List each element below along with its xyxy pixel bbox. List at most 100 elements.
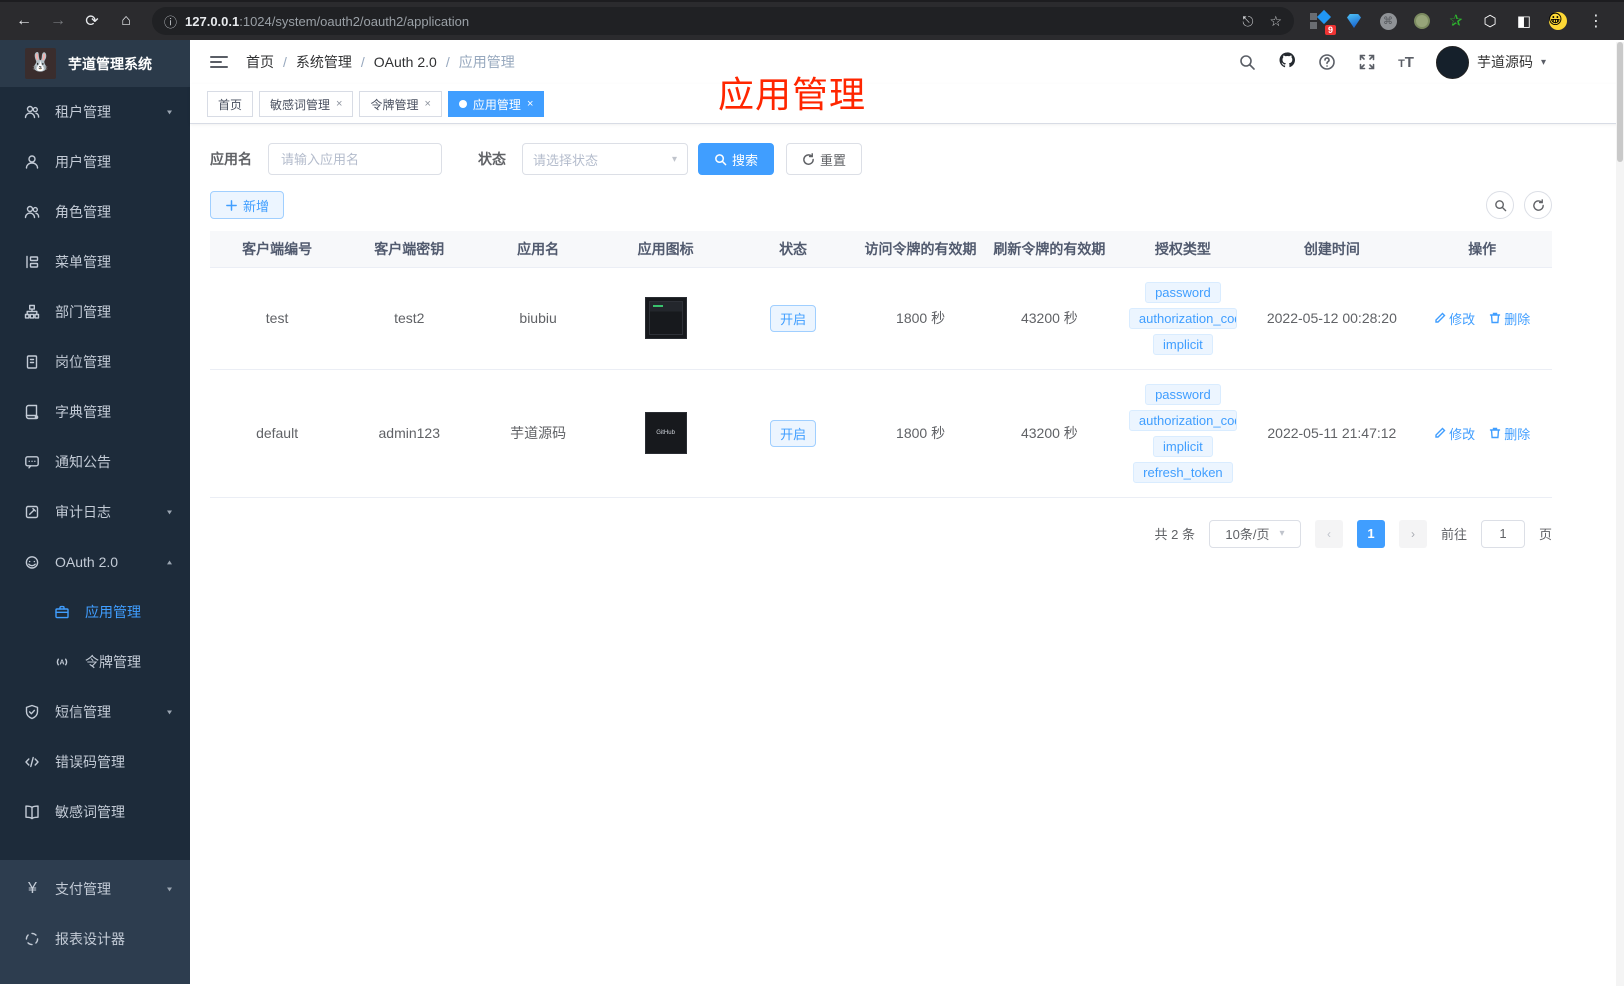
edit-button[interactable]: 修改 bbox=[1434, 424, 1475, 443]
code-icon bbox=[25, 756, 39, 767]
reset-button[interactable]: 重置 bbox=[786, 143, 863, 175]
gray-extension-icon[interactable]: ⌘ bbox=[1378, 11, 1398, 31]
next-page-button[interactable]: › bbox=[1398, 519, 1427, 548]
user-menu[interactable]: 芋道源码 ▾ bbox=[1435, 45, 1546, 79]
reload-button[interactable]: ⟳ bbox=[78, 7, 106, 35]
back-button[interactable]: ← bbox=[10, 7, 38, 35]
sidebar-item-sensitive-word[interactable]: 敏感词管理 bbox=[0, 787, 190, 837]
chevron-down-icon: ▾ bbox=[671, 153, 677, 165]
add-button[interactable]: 新增 bbox=[210, 191, 285, 219]
col-secret: 客户端密钥 bbox=[344, 231, 475, 267]
close-icon[interactable]: × bbox=[336, 98, 342, 110]
grant-type-tags: password authorization_code implicit bbox=[1114, 281, 1251, 355]
edit-button[interactable]: 修改 bbox=[1434, 309, 1475, 328]
edit-pencil-icon bbox=[1435, 312, 1446, 323]
toggle-search-button[interactable] bbox=[1486, 191, 1514, 219]
site-info-icon[interactable]: ⓘ bbox=[164, 12, 177, 31]
search-icon bbox=[715, 153, 727, 165]
app-title: 芋道管理系统 bbox=[68, 55, 152, 72]
search-button[interactable]: 搜索 bbox=[698, 143, 775, 175]
pagination: 共 2 条 10条/页 ▾ ‹ 1 › 前往 页 bbox=[210, 519, 1552, 548]
tabs-extension-icon[interactable]: 9 bbox=[1310, 9, 1336, 35]
report-icon bbox=[25, 932, 39, 945]
extensions-puzzle-icon[interactable]: ⬡ bbox=[1480, 11, 1500, 31]
green-circle-extension-icon[interactable] bbox=[1412, 11, 1432, 31]
split-view-icon[interactable]: ◧ bbox=[1514, 11, 1534, 31]
sidebar-item-sms[interactable]: 短信管理 ▾ bbox=[0, 687, 190, 737]
sidebar-item-user[interactable]: 用户管理 bbox=[0, 137, 190, 187]
sidebar-item-report-designer[interactable]: 报表设计器 bbox=[0, 914, 190, 964]
username: 芋道源码 bbox=[1476, 54, 1533, 70]
close-icon[interactable]: × bbox=[424, 98, 430, 110]
sidebar-item-post[interactable]: 岗位管理 bbox=[0, 337, 190, 387]
col-app-name: 应用名 bbox=[474, 231, 602, 267]
sidebar-item-pay[interactable]: ¥ 支付管理 ▾ bbox=[0, 864, 190, 914]
scrollbar[interactable] bbox=[1616, 42, 1624, 986]
open-book-icon bbox=[25, 804, 39, 819]
app-icon-thumbnail[interactable] bbox=[644, 297, 687, 339]
profile-emoji-icon[interactable] bbox=[1548, 11, 1568, 31]
grant-type-tags: password authorization_code implicit ref… bbox=[1114, 383, 1251, 483]
dictionary-icon bbox=[25, 404, 39, 419]
star-extension-icon[interactable]: ✰ bbox=[1446, 11, 1466, 31]
search-icon[interactable] bbox=[1238, 53, 1256, 71]
page-number-1[interactable]: 1 bbox=[1356, 519, 1385, 548]
sidebar-item-audit-log[interactable]: 审计日志 ▾ bbox=[0, 487, 190, 537]
browser-chrome: ← → ⟳ ⌂ ⓘ 127.0.0.1:1024/system/oauth2/o… bbox=[0, 0, 1624, 40]
bookmark-star-icon[interactable]: ☆ bbox=[1269, 13, 1282, 30]
active-dot bbox=[458, 100, 467, 108]
app-name-label: 应用名 bbox=[210, 151, 252, 167]
refresh-icon bbox=[803, 152, 814, 165]
delete-button[interactable]: 删除 bbox=[1489, 309, 1530, 328]
prev-page-button[interactable]: ‹ bbox=[1314, 519, 1343, 548]
sidebar-item-dept[interactable]: 部门管理 bbox=[0, 287, 190, 337]
breadcrumb-oauth[interactable]: OAuth 2.0 bbox=[374, 54, 437, 70]
tab-token[interactable]: 令牌管理 × bbox=[359, 91, 442, 117]
app-name-input[interactable] bbox=[268, 143, 442, 175]
font-size-icon[interactable]: TT bbox=[1398, 54, 1414, 71]
breadcrumb-system[interactable]: 系统管理 bbox=[296, 52, 352, 72]
scrollbar-thumb[interactable] bbox=[1617, 42, 1623, 162]
forward-button[interactable]: → bbox=[44, 7, 72, 35]
browser-menu-icon[interactable]: ⋮ bbox=[1582, 7, 1610, 35]
chevron-down-icon: ▾ bbox=[166, 884, 172, 894]
help-icon[interactable] bbox=[1318, 53, 1336, 71]
tagview-bar: 首页 敏感词管理 × 令牌管理 × 应用管理 × bbox=[190, 84, 1624, 124]
status-badge[interactable]: 开启 bbox=[770, 419, 817, 447]
share-icon[interactable]: ⎋ bbox=[1242, 13, 1253, 30]
status-badge[interactable]: 开启 bbox=[770, 304, 817, 332]
refresh-table-button[interactable] bbox=[1524, 191, 1552, 219]
sidebar-item-notice[interactable]: 通知公告 bbox=[0, 437, 190, 487]
top-navbar: 首页 / 系统管理 / OAuth 2.0/ 应用管理 TT 芋道源码 ▾ bbox=[190, 40, 1624, 84]
edit-pencil-icon bbox=[1435, 427, 1446, 438]
sidebar-item-role[interactable]: 角色管理 bbox=[0, 187, 190, 237]
sidebar-item-tenant[interactable]: 租户管理 ▾ bbox=[0, 87, 190, 137]
gem-extension-icon[interactable] bbox=[1344, 11, 1364, 31]
home-button[interactable]: ⌂ bbox=[112, 7, 140, 35]
app-icon-thumbnail[interactable]: GitHub bbox=[644, 412, 687, 454]
delete-button[interactable]: 删除 bbox=[1489, 424, 1530, 443]
sidebar-item-oauth-application[interactable]: 应用管理 bbox=[0, 587, 190, 637]
sidebar-item-oauth-token[interactable]: A 令牌管理 bbox=[0, 637, 190, 687]
page-size-select[interactable]: 10条/页 ▾ bbox=[1208, 519, 1301, 548]
extension-badge: 9 bbox=[1324, 25, 1336, 35]
users-icon bbox=[24, 105, 40, 118]
tab-home[interactable]: 首页 bbox=[207, 91, 254, 117]
sidebar-item-oauth[interactable]: OAuth 2.0 ▴ bbox=[0, 537, 190, 587]
fullscreen-icon[interactable] bbox=[1358, 53, 1376, 71]
app-logo[interactable]: 芋道管理系统 bbox=[0, 40, 190, 87]
applications-table: 客户端编号 客户端密钥 应用名 应用图标 状态 访问令牌的有效期 刷新令牌的有效… bbox=[210, 231, 1552, 498]
url-bar[interactable]: ⓘ 127.0.0.1:1024/system/oauth2/oauth2/ap… bbox=[152, 7, 1294, 35]
tab-sensitive-word[interactable]: 敏感词管理 × bbox=[259, 91, 354, 117]
sidebar-item-errcode[interactable]: 错误码管理 bbox=[0, 737, 190, 787]
status-select[interactable]: 请选择状态 ▾ bbox=[522, 143, 688, 175]
close-icon[interactable]: × bbox=[527, 98, 533, 110]
collapse-sidebar-icon[interactable] bbox=[210, 52, 230, 72]
breadcrumb-home[interactable]: 首页 bbox=[246, 52, 274, 72]
sidebar-item-menu[interactable]: 菜单管理 bbox=[0, 237, 190, 287]
total-count: 共 2 条 bbox=[1154, 527, 1195, 542]
github-icon[interactable] bbox=[1278, 51, 1296, 69]
sidebar-item-dict[interactable]: 字典管理 bbox=[0, 387, 190, 437]
goto-page-input[interactable] bbox=[1480, 519, 1525, 548]
tab-application[interactable]: 应用管理 × bbox=[447, 91, 545, 117]
